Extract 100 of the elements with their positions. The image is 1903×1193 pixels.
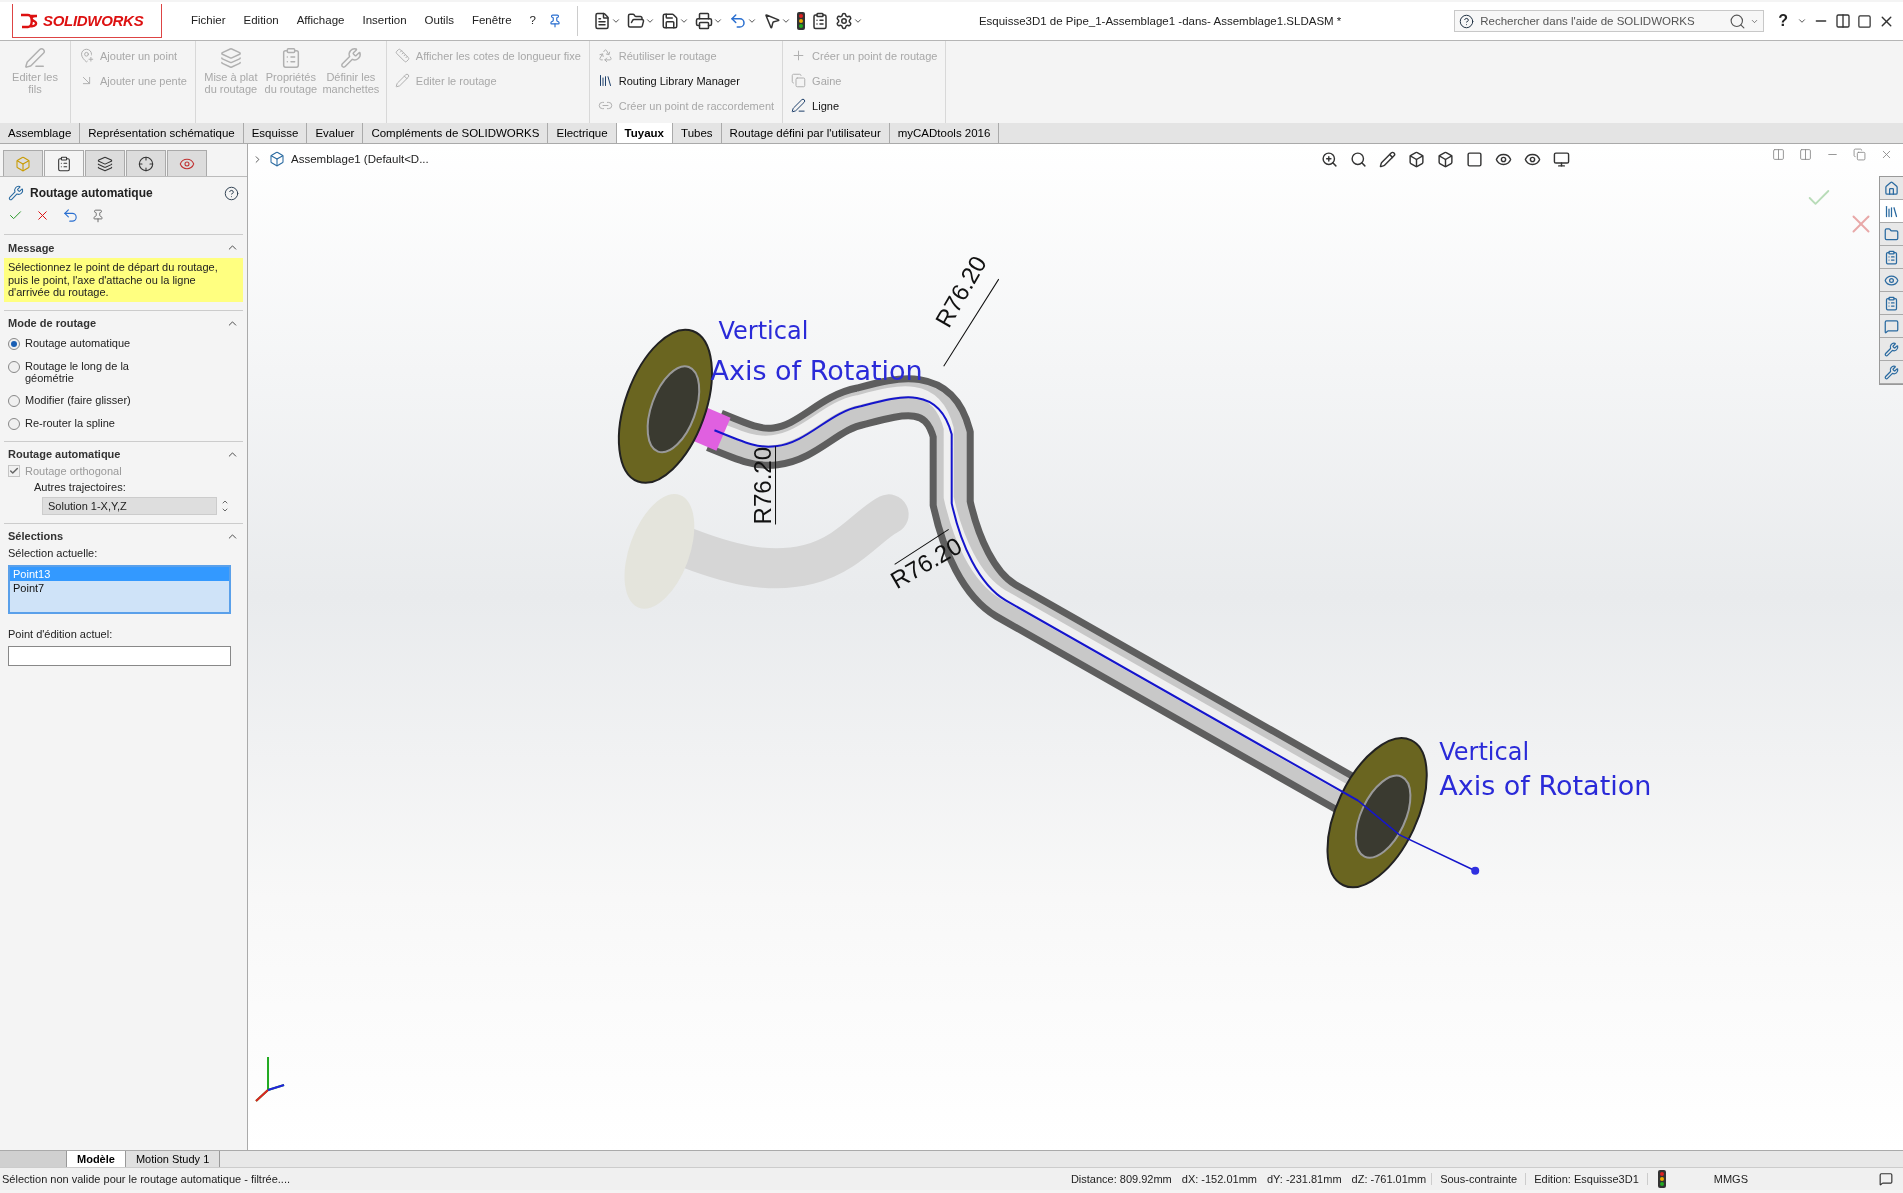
checkmark-icon bbox=[9, 465, 19, 476]
selection-list[interactable]: Point13 Point7 bbox=[8, 564, 231, 614]
select-pointer-icon[interactable] bbox=[763, 12, 791, 30]
folder-icon[interactable] bbox=[1880, 223, 1903, 246]
axis-label: Axis of Rotation bbox=[1439, 769, 1652, 801]
menu-item[interactable]: Affichage bbox=[287, 14, 354, 28]
chat-icon[interactable] bbox=[1880, 315, 1903, 338]
measurement-text: dY: -231.81mm bbox=[1265, 1173, 1343, 1185]
axis-label: Vertical bbox=[718, 317, 809, 346]
panel-tab[interactable] bbox=[167, 150, 207, 176]
list-icon[interactable] bbox=[811, 12, 829, 30]
menu-item[interactable]: Fenêtre bbox=[462, 14, 521, 28]
close-icon bbox=[1880, 148, 1893, 161]
tile-icon[interactable] bbox=[1835, 13, 1851, 29]
checkbox-label: Routage orthogonal bbox=[25, 464, 122, 477]
menu-item[interactable]: Outils bbox=[415, 14, 463, 28]
section-title: Sélections bbox=[8, 530, 64, 542]
zoom-icon[interactable] bbox=[1321, 150, 1338, 168]
new-document-icon[interactable] bbox=[593, 12, 621, 30]
axis-triad-icon bbox=[255, 1055, 286, 1102]
reuse-icon bbox=[597, 48, 613, 63]
pencil-icon bbox=[24, 47, 46, 69]
chat-icon[interactable] bbox=[1879, 1172, 1893, 1186]
print-icon[interactable] bbox=[695, 12, 723, 30]
open-folder-icon[interactable] bbox=[627, 12, 655, 30]
tile-icon bbox=[1772, 148, 1785, 161]
command-button[interactable]: Routing Library Manager bbox=[595, 70, 777, 91]
status-message: Sélection non valide pour le routage automatique - filtrée.... bbox=[1, 1173, 291, 1185]
traffic-light-icon[interactable] bbox=[797, 12, 805, 30]
help-menu[interactable]: ? bbox=[1778, 12, 1788, 30]
model-tab[interactable]: Motion Study 1 bbox=[125, 1151, 221, 1167]
document-title: Esquisse3D1 de Pipe_1-Assemblage1 -dans- Assemblage1.SLDASM * bbox=[977, 15, 1343, 27]
home-icon[interactable] bbox=[1880, 177, 1903, 200]
caret-icon[interactable] bbox=[1797, 16, 1807, 26]
radio-label: Routage le long de la géométrie bbox=[25, 359, 130, 384]
help-icon bbox=[224, 185, 239, 201]
stack-icon bbox=[219, 47, 242, 69]
tree-root-label[interactable]: Assemblage1 (Default<D... bbox=[291, 153, 429, 165]
field-label: Sélection actuelle: bbox=[7, 546, 99, 559]
constraint-status: Sous-contrainte bbox=[1432, 1173, 1527, 1185]
menu-item[interactable]: Edition bbox=[234, 14, 288, 28]
pushpin-icon bbox=[91, 208, 105, 223]
measurement-text: dZ: -761.01mm bbox=[1346, 1173, 1433, 1185]
restore-icon bbox=[1853, 148, 1866, 161]
edit-point-field[interactable] bbox=[8, 645, 231, 666]
cancel-icon bbox=[35, 208, 50, 223]
undo-icon[interactable] bbox=[729, 12, 757, 30]
command-button[interactable]: Ligne bbox=[789, 95, 940, 116]
section-title: Routage automatique bbox=[8, 448, 121, 460]
axis-label: Vertical bbox=[1439, 737, 1530, 766]
radio-button[interactable] bbox=[8, 360, 20, 373]
message-text: Sélectionnez le point de départ du routage, puis le point, l'axe d'attache ou la ligne d'arrivée du routage. bbox=[4, 258, 243, 302]
line-icon bbox=[791, 98, 807, 113]
radio-label: Re-router la spline bbox=[25, 416, 115, 429]
menu-item[interactable]: Fichier bbox=[182, 14, 235, 28]
edit-status: Edition: Esquisse3D1 bbox=[1526, 1173, 1648, 1185]
measurement-text: dX: -152.01mm bbox=[1180, 1173, 1258, 1185]
radio-button[interactable] bbox=[8, 417, 20, 430]
panel-tab[interactable] bbox=[44, 150, 84, 176]
model-tab[interactable]: Modèle bbox=[67, 1151, 126, 1167]
pin-icon[interactable] bbox=[548, 14, 562, 28]
panel-tab[interactable] bbox=[85, 150, 125, 176]
dimension-icon bbox=[394, 48, 410, 63]
radio-label: Routage automatique bbox=[25, 336, 131, 349]
help-search-field[interactable]: Rechercher dans l'aide de SOLIDWORKS bbox=[1454, 10, 1765, 32]
point-plus-icon bbox=[79, 48, 94, 63]
logo-mark-icon bbox=[19, 11, 39, 30]
menu-item[interactable]: Insertion bbox=[353, 14, 416, 28]
panel-tab[interactable] bbox=[126, 150, 166, 176]
field-label: Autres trajectoires: bbox=[33, 480, 127, 493]
tile-icon bbox=[1799, 148, 1812, 161]
dimension-label: R76.20 bbox=[748, 446, 776, 525]
settings-icon[interactable] bbox=[835, 12, 863, 30]
menu-item[interactable]: ? bbox=[520, 14, 545, 28]
radio-button[interactable] bbox=[8, 337, 20, 350]
help-icon bbox=[1459, 13, 1475, 29]
search-input[interactable]: Rechercher dans l'aide de SOLIDWORKS bbox=[1478, 14, 1726, 28]
monitor-icon[interactable] bbox=[1553, 150, 1570, 168]
unit-system[interactable]: MMGS bbox=[1705, 1173, 1756, 1185]
assembly-icon bbox=[269, 151, 285, 167]
save-icon[interactable] bbox=[661, 12, 689, 30]
list-item[interactable]: Point7 bbox=[10, 580, 229, 595]
library-icon bbox=[597, 73, 613, 88]
properties-icon[interactable] bbox=[1880, 292, 1903, 315]
part-icon bbox=[15, 155, 31, 172]
edit-icon bbox=[394, 73, 410, 88]
ribbon-tab[interactable]: Tuyaux bbox=[616, 123, 674, 143]
section-title: Mode de routage bbox=[8, 317, 96, 329]
search-icon bbox=[1729, 12, 1747, 30]
field-label: Point d'édition actuel: bbox=[7, 626, 114, 640]
solution-field[interactable]: Solution 1-X,Y,Z bbox=[42, 496, 217, 515]
radio-label: Modifier (faire glisser) bbox=[25, 393, 131, 406]
section-title: Message bbox=[8, 241, 55, 254]
app-logo: SOLIDWORKS bbox=[12, 4, 162, 38]
measurement-text: Distance: 809.92mm bbox=[1069, 1173, 1173, 1185]
zoom-area-icon[interactable] bbox=[1350, 150, 1367, 168]
maximize-icon[interactable] bbox=[1857, 13, 1872, 29]
radio-button[interactable] bbox=[8, 394, 20, 407]
traffic-light-icon bbox=[1657, 1170, 1666, 1188]
property-list-icon bbox=[56, 155, 72, 172]
